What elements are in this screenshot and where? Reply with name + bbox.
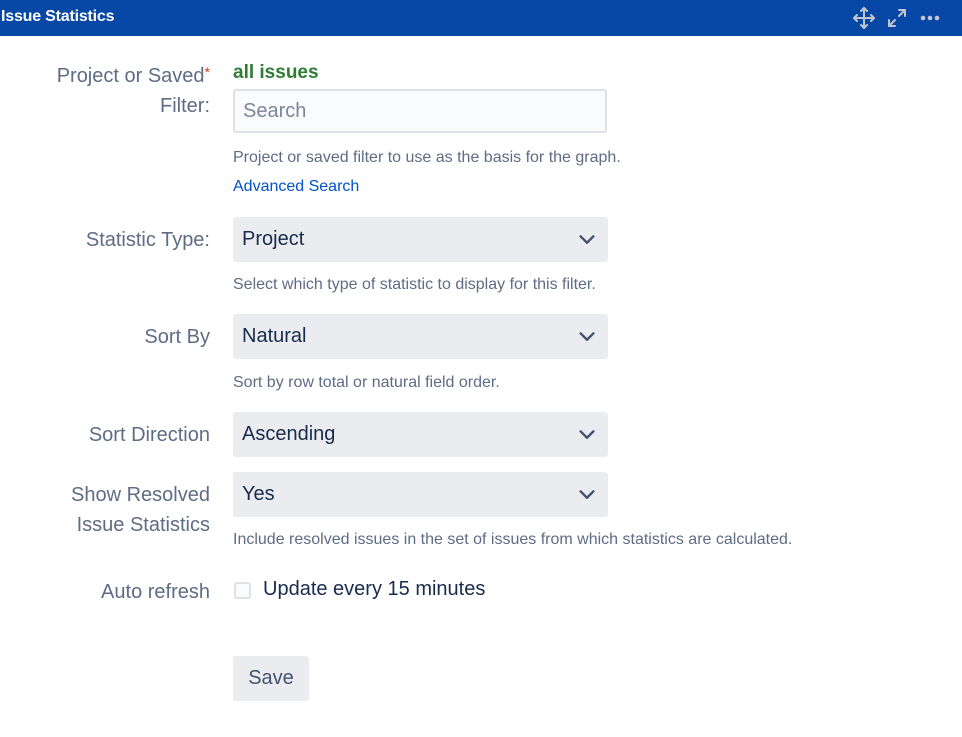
filter-label-line2: Filter: bbox=[160, 95, 210, 117]
show-resolved-help: Include resolved issues in the set of is… bbox=[233, 531, 793, 548]
required-marker: * bbox=[204, 64, 210, 80]
sort-by-help: Sort by row total or natural field order… bbox=[233, 374, 500, 391]
statistic-type-help: Select which type of statistic to displa… bbox=[233, 276, 596, 293]
sort-direction-select[interactable]: Ascending bbox=[233, 412, 608, 457]
sort-by-value: Natural bbox=[242, 325, 307, 347]
statistic-type-value: Project bbox=[242, 228, 305, 250]
auto-refresh-checkbox-label[interactable]: Update every 15 minutes bbox=[263, 578, 485, 601]
filter-label: Project or Saved* bbox=[57, 61, 210, 91]
expand-icon[interactable] bbox=[885, 6, 909, 30]
sort-direction-value: Ascending bbox=[242, 423, 336, 445]
gadget-header: Issue Statistics bbox=[0, 0, 962, 36]
filter-search-input[interactable] bbox=[233, 89, 607, 133]
show-resolved-label-line2: Issue Statistics bbox=[76, 514, 210, 536]
chevron-down-icon bbox=[576, 424, 598, 446]
save-button[interactable]: Save bbox=[233, 656, 309, 701]
statistic-type-label: Statistic Type: bbox=[85, 229, 210, 251]
advanced-search-link[interactable]: Advanced Search bbox=[233, 178, 359, 196]
chevron-down-icon bbox=[576, 326, 598, 348]
filter-label-text: Project or Saved bbox=[56, 65, 205, 87]
more-options-icon[interactable] bbox=[918, 6, 942, 30]
show-resolved-value: Yes bbox=[242, 483, 275, 505]
filter-help-text: Project or saved filter to use as the ba… bbox=[233, 149, 621, 166]
sort-by-label: Sort By bbox=[144, 326, 210, 348]
auto-refresh-label: Auto refresh bbox=[101, 581, 210, 603]
chevron-down-icon bbox=[576, 484, 598, 506]
statistic-type-select[interactable]: Project bbox=[233, 217, 608, 262]
move-icon[interactable] bbox=[852, 6, 876, 30]
show-resolved-select[interactable]: Yes bbox=[233, 472, 608, 517]
show-resolved-label: Show Resolved bbox=[71, 484, 210, 506]
selected-filter-value: all issues bbox=[233, 62, 319, 83]
sort-by-select[interactable]: Natural bbox=[233, 314, 608, 359]
chevron-down-icon bbox=[576, 229, 598, 251]
gadget-title: Issue Statistics bbox=[1, 8, 115, 25]
sort-direction-label: Sort Direction bbox=[88, 424, 210, 446]
auto-refresh-checkbox[interactable] bbox=[234, 582, 251, 599]
